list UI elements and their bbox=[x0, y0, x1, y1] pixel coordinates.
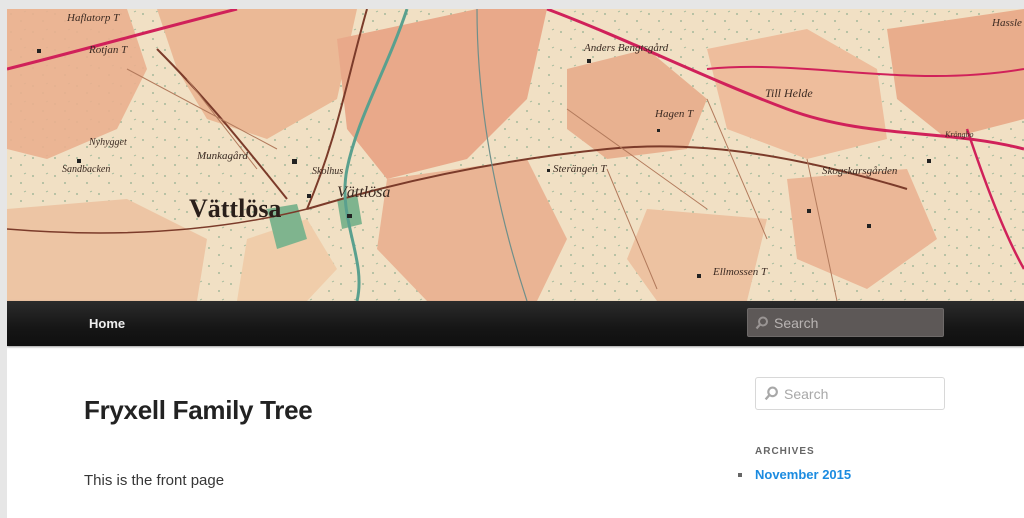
map-label: Hagen T bbox=[654, 108, 694, 120]
search-icon bbox=[764, 386, 779, 406]
sidebar-search-input[interactable] bbox=[784, 378, 940, 409]
nav-home-link[interactable]: Home bbox=[75, 301, 139, 346]
map-label: Skogskarsgården bbox=[822, 165, 898, 177]
map-label: Vättlösa bbox=[337, 184, 390, 201]
map-label: Kröngbo bbox=[944, 130, 973, 139]
nav-search-box[interactable] bbox=[747, 308, 944, 337]
map-label: Nyhygget bbox=[88, 137, 127, 148]
map-label: Sterängen T bbox=[553, 163, 607, 175]
sidebar-search-box[interactable] bbox=[755, 377, 945, 410]
list-item: November 2015 bbox=[737, 467, 851, 482]
archive-link-november-2015[interactable]: November 2015 bbox=[755, 467, 851, 482]
map-label: Hassle bbox=[991, 17, 1022, 29]
bullet-icon bbox=[738, 473, 742, 477]
page-body-text: This is the front page bbox=[84, 472, 225, 489]
map-image: Haflatorp T Rotjan T Nyhygget Sandbacken… bbox=[7, 9, 1024, 301]
nav-search-input[interactable] bbox=[774, 309, 939, 336]
main-navigation: Home bbox=[7, 301, 1024, 346]
archives-widget-title: ARCHIVES bbox=[755, 446, 815, 457]
map-label: Skolhus bbox=[312, 166, 343, 177]
archives-list: November 2015 bbox=[737, 467, 851, 482]
map-label: Sandbacken bbox=[62, 164, 110, 175]
page: Haflatorp T Rotjan T Nyhygget Sandbacken… bbox=[7, 9, 1024, 518]
map-label: Haflatorp T bbox=[66, 12, 120, 24]
map-label: Anders Bengtsgård bbox=[583, 42, 669, 54]
search-icon bbox=[755, 316, 769, 335]
page-title: Fryxell Family Tree bbox=[84, 395, 313, 425]
map-label: Ellmossen T bbox=[712, 266, 768, 278]
map-label-large: Vättlösa bbox=[189, 194, 281, 223]
map-label: Till Helde bbox=[765, 86, 813, 100]
map-label: Munkagård bbox=[196, 150, 248, 162]
map-label: Rotjan T bbox=[88, 44, 128, 56]
header-banner-map: Haflatorp T Rotjan T Nyhygget Sandbacken… bbox=[7, 9, 1024, 301]
